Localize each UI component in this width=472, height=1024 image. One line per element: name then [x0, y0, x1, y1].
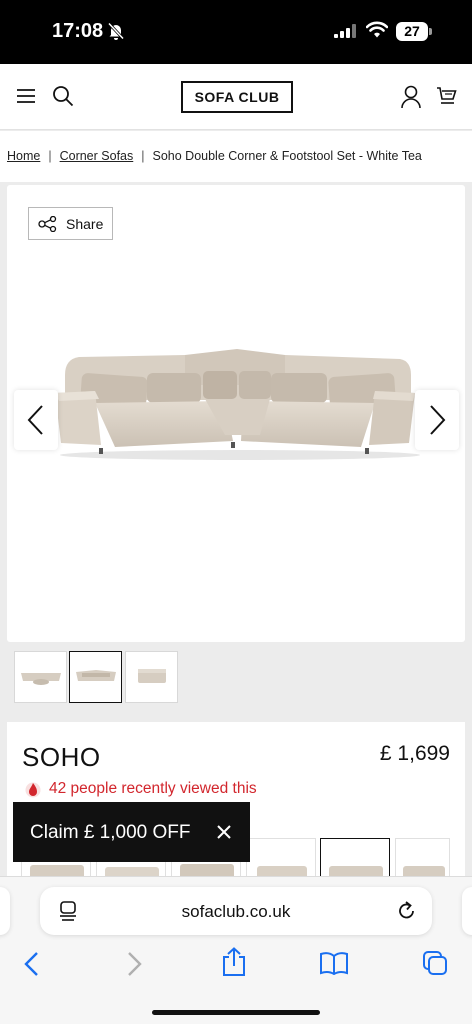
share-label: Share: [66, 216, 104, 232]
previous-image-button[interactable]: [14, 390, 58, 450]
wifi-icon: [366, 21, 388, 38]
menu-icon[interactable]: [16, 88, 36, 104]
signal-icon: [334, 24, 356, 38]
browser-toolbar: sofaclub.co.uk: [0, 876, 472, 1024]
thumbnail-image: [138, 669, 166, 683]
product-name: SOHO: [22, 742, 101, 772]
breadcrumb-home[interactable]: Home: [7, 149, 40, 163]
variant-thumbnail[interactable]: [246, 838, 316, 878]
flame-icon: [25, 782, 41, 798]
share-upload-icon[interactable]: [221, 947, 247, 977]
chevron-right-icon: [430, 405, 446, 435]
status-bar: 17:08 27: [0, 0, 472, 64]
product-price: £ 1,699: [379, 742, 450, 765]
claim-offer-label: Claim £ 1,000 OFF: [30, 822, 191, 843]
thumbnail-image: [21, 673, 61, 685]
url-text: sofaclub.co.uk: [181, 902, 291, 921]
chevron-left-icon: [27, 405, 43, 435]
status-time: 17:08: [52, 20, 104, 42]
product-gallery: Share: [7, 185, 465, 642]
forward-icon[interactable]: [124, 951, 144, 977]
breadcrumb-separator: |: [48, 149, 52, 163]
account-icon[interactable]: [400, 85, 422, 109]
tabs-icon[interactable]: [422, 950, 448, 976]
home-indicator: [152, 1010, 320, 1015]
gallery-thumbnail-active[interactable]: [69, 651, 122, 703]
search-icon[interactable]: [52, 85, 74, 107]
previous-tab-pill[interactable]: [0, 887, 10, 935]
sofa-product-image: [55, 349, 420, 460]
bookmarks-icon[interactable]: [319, 951, 349, 975]
gallery-thumbnail[interactable]: [14, 651, 67, 703]
battery-indicator: 27: [396, 22, 428, 41]
back-icon[interactable]: [22, 951, 42, 977]
breadcrumb-separator: |: [141, 149, 145, 163]
thumbnail-image: [76, 670, 116, 681]
variant-thumbnail-active[interactable]: [320, 838, 390, 878]
cart-icon[interactable]: [436, 86, 458, 108]
address-bar[interactable]: sofaclub.co.uk: [40, 887, 432, 935]
bell-slash-icon: [107, 22, 125, 40]
reload-icon[interactable]: [397, 900, 417, 922]
close-icon[interactable]: [217, 825, 231, 839]
breadcrumb: Home | Corner Sofas | Soho Double Corner & F…: [0, 131, 472, 182]
breadcrumb-category[interactable]: Corner Sofas: [60, 149, 134, 163]
site-logo[interactable]: SOFA CLUB: [181, 81, 293, 113]
next-tab-pill[interactable]: [462, 887, 472, 935]
battery-tip: [429, 28, 432, 35]
share-icon: [38, 216, 57, 232]
site-header: SOFA CLUB: [0, 64, 472, 130]
share-button[interactable]: Share: [28, 207, 113, 240]
variant-thumbnail[interactable]: [395, 838, 450, 878]
breadcrumb-current: Soho Double Corner & Footstool Set - Whi…: [152, 149, 422, 163]
recently-viewed-text: 42 people recently viewed this: [49, 780, 257, 797]
next-image-button[interactable]: [415, 390, 459, 450]
claim-offer-banner[interactable]: Claim £ 1,000 OFF: [13, 802, 250, 862]
gallery-thumbnail[interactable]: [125, 651, 178, 703]
